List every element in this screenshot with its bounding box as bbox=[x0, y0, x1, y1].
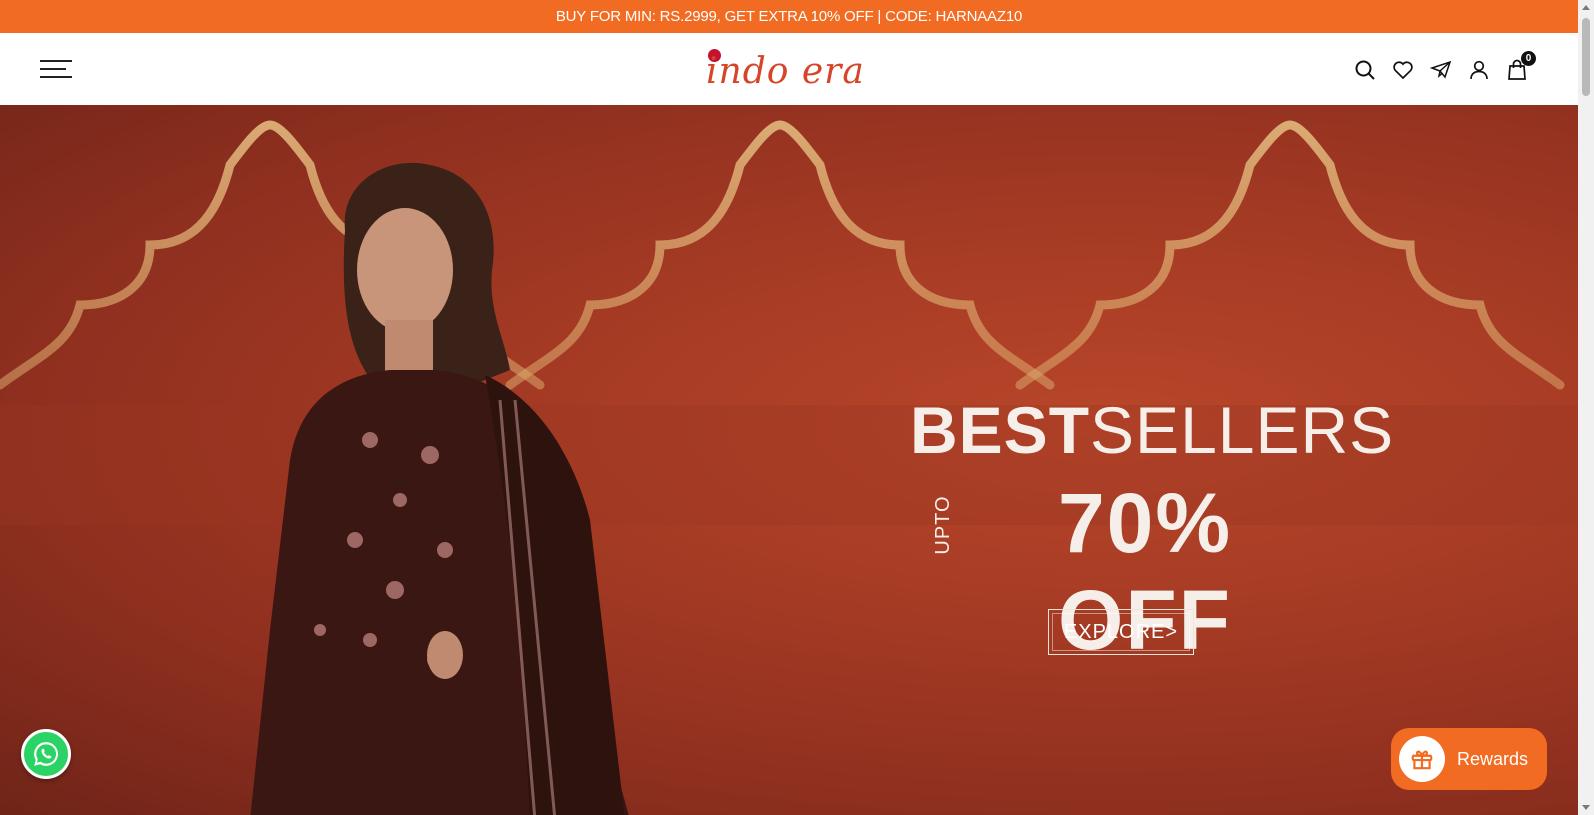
promo-title: BESTSELLERS bbox=[910, 393, 1393, 467]
cart-count-badge: 0 bbox=[1521, 51, 1536, 66]
hero-banner[interactable]: BESTSELLERS UPTO 70% OFF EXPLORE> bbox=[0, 105, 1578, 815]
model-image bbox=[250, 162, 629, 815]
site-header: indo era 0 bbox=[0, 33, 1578, 105]
header-icons: 0 bbox=[1352, 51, 1536, 85]
menu-icon[interactable] bbox=[40, 58, 72, 80]
page: BUY FOR MIN: RS.2999, GET EXTRA 10% OFF … bbox=[0, 0, 1594, 815]
logo-text: indo era bbox=[706, 51, 865, 92]
scroll-up-arrow-icon[interactable] bbox=[1582, 5, 1590, 10]
paper-plane-icon[interactable] bbox=[1428, 57, 1454, 83]
page-scrollbar[interactable] bbox=[1578, 0, 1594, 815]
promo-upto: UPTO bbox=[932, 495, 954, 555]
promo-text-block: BESTSELLERS UPTO 70% OFF bbox=[910, 393, 1393, 667]
scroll-thumb[interactable] bbox=[1582, 18, 1590, 96]
rewards-button[interactable]: Rewards bbox=[1391, 728, 1547, 790]
whatsapp-icon bbox=[34, 742, 58, 766]
promo-discount-row: UPTO 70% OFF bbox=[910, 475, 1330, 667]
shopping-bag-icon[interactable]: 0 bbox=[1504, 51, 1536, 83]
promo-title-light: SELLERS bbox=[1090, 393, 1395, 467]
gift-icon bbox=[1399, 736, 1445, 782]
heart-icon[interactable] bbox=[1390, 57, 1416, 83]
announcement-text: BUY FOR MIN: RS.2999, GET EXTRA 10% OFF … bbox=[555, 8, 1023, 25]
rewards-label: Rewards bbox=[1457, 748, 1529, 769]
scroll-down-arrow-icon[interactable] bbox=[1582, 805, 1590, 810]
search-icon[interactable] bbox=[1352, 57, 1378, 83]
explore-button[interactable]: EXPLORE> bbox=[1048, 609, 1194, 655]
user-icon[interactable] bbox=[1466, 57, 1492, 83]
announcement-bar[interactable]: BUY FOR MIN: RS.2999, GET EXTRA 10% OFF … bbox=[0, 0, 1578, 33]
whatsapp-button[interactable] bbox=[21, 729, 71, 779]
promo-title-bold: BEST bbox=[910, 393, 1091, 467]
brand-logo[interactable]: indo era bbox=[706, 47, 876, 93]
